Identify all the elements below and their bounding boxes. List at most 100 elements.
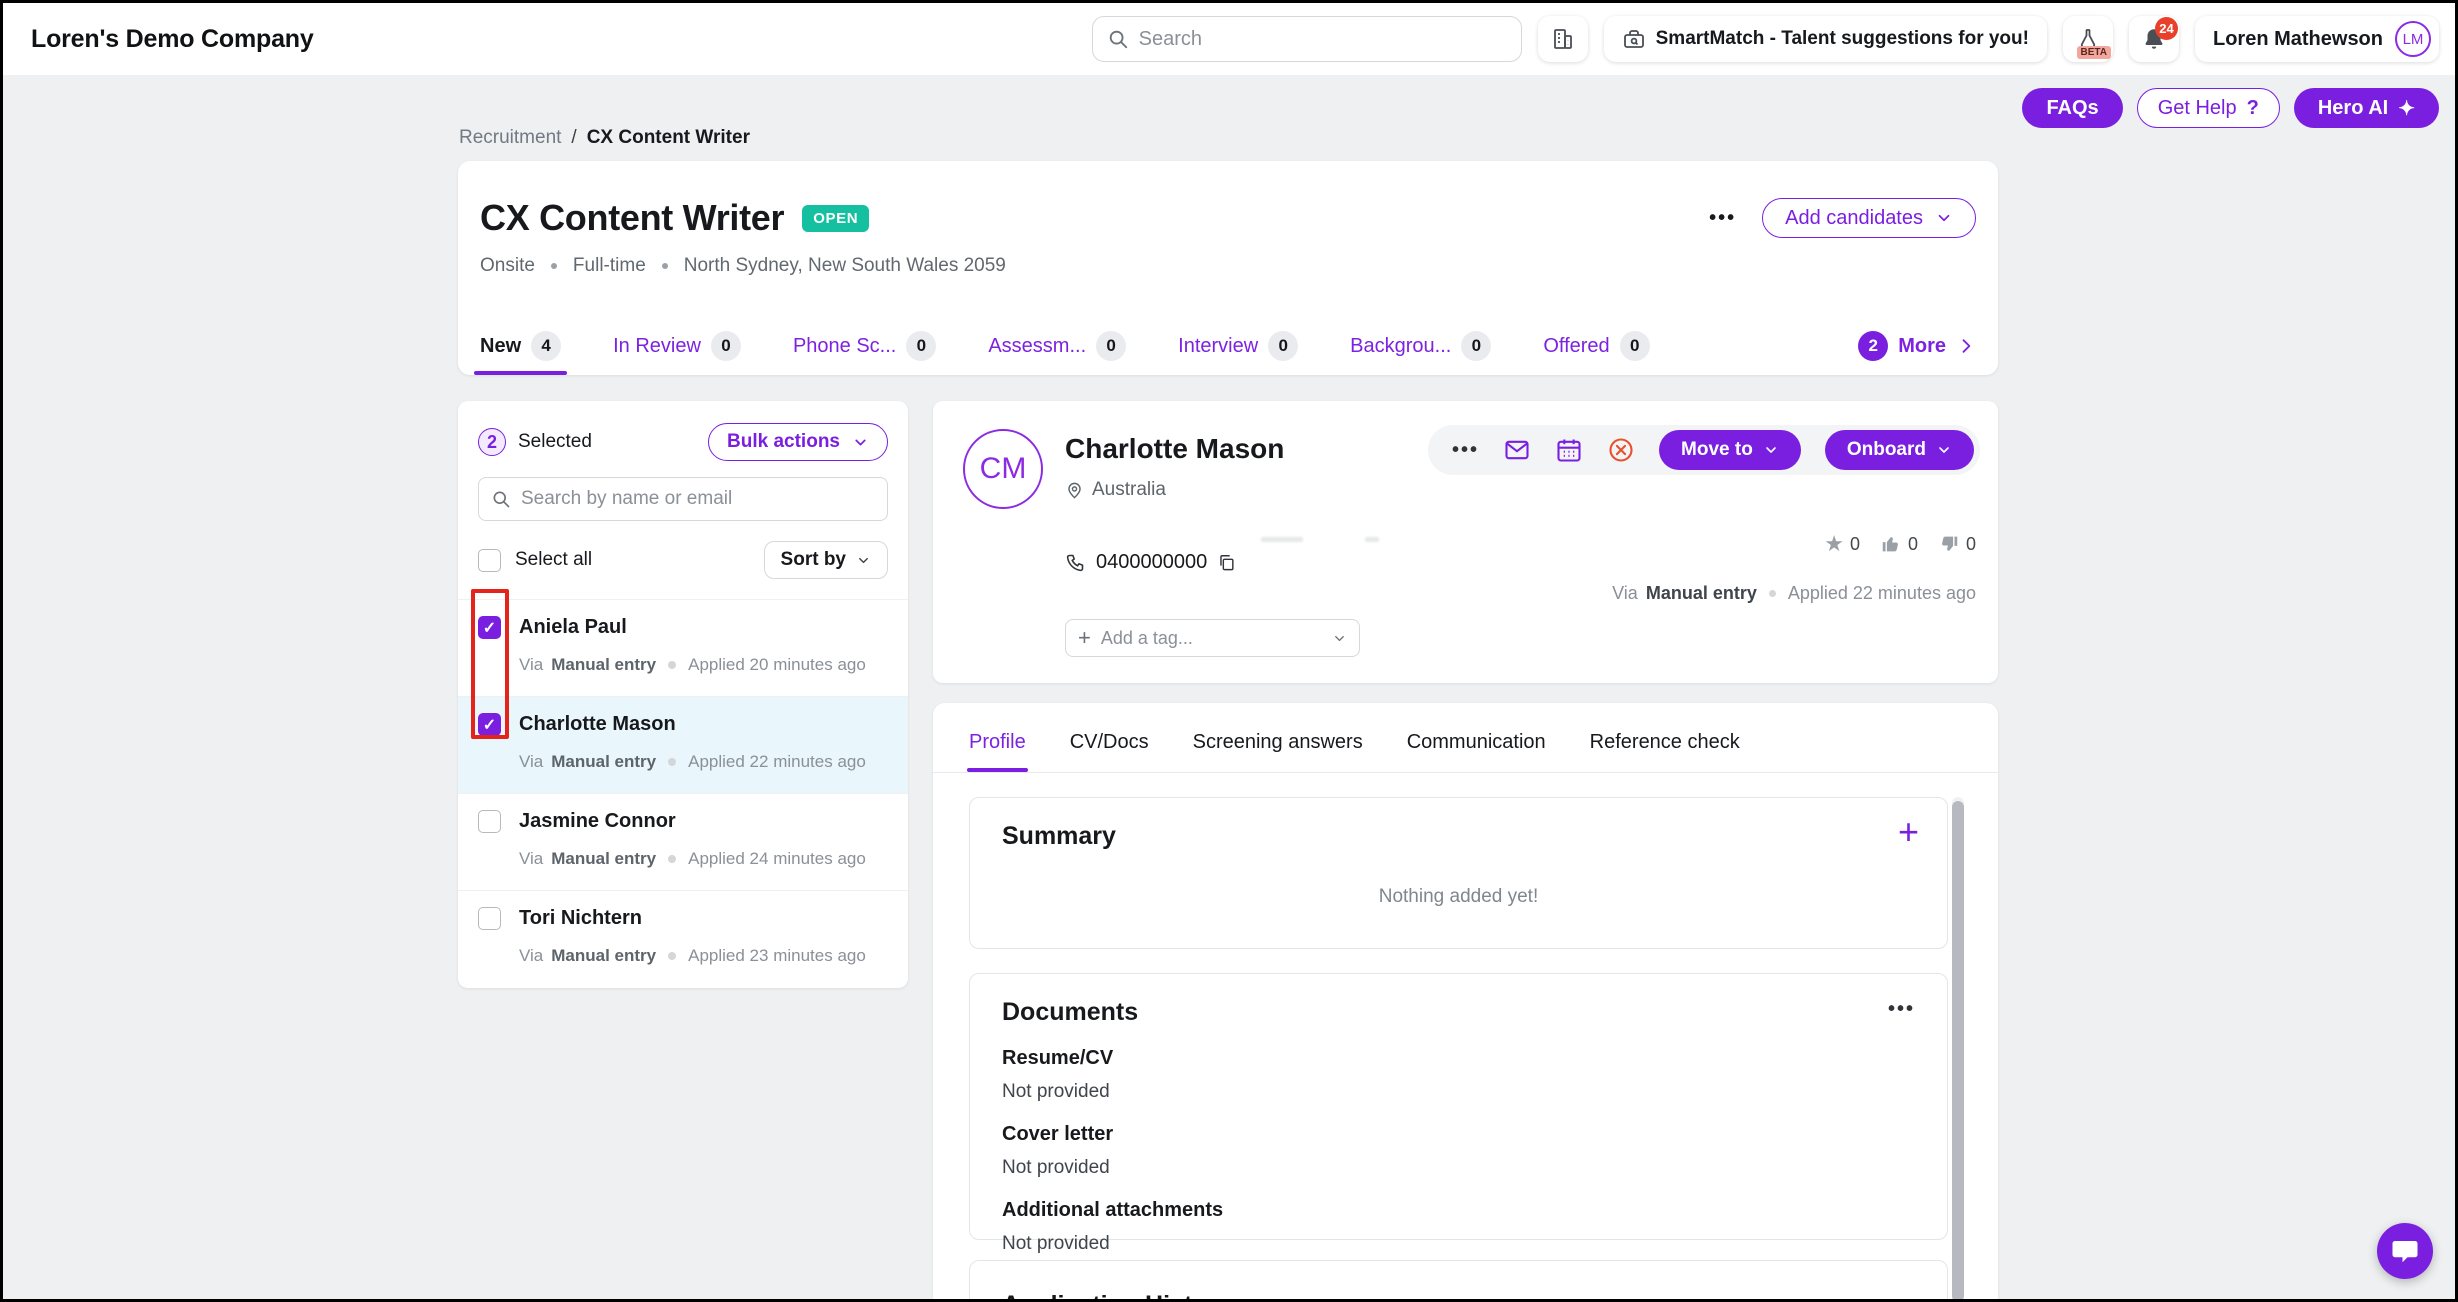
dot-separator xyxy=(668,758,677,766)
candidate-checkbox[interactable] xyxy=(478,713,501,736)
reject-icon[interactable] xyxy=(1607,436,1635,464)
hero-ai-button[interactable]: Hero AI ✦ xyxy=(2293,88,2439,128)
tab-communication[interactable]: Communication xyxy=(1407,731,1546,772)
profile-scrollbar[interactable] xyxy=(1952,797,1964,1299)
dot-separator xyxy=(1768,590,1776,597)
job-work-mode: Onsite xyxy=(480,255,535,276)
via-label: Via xyxy=(519,752,544,771)
stage-label: Backgrou... xyxy=(1350,334,1452,357)
candidate-name: Aniela Paul xyxy=(519,616,627,638)
global-search[interactable] xyxy=(1091,16,1522,62)
list-item-tori-nichtern[interactable]: Tori Nichtern Via Manual entry Applied 2… xyxy=(458,890,908,987)
stage-tab-phone-screen[interactable]: Phone Sc... 0 xyxy=(793,317,937,375)
copy-icon[interactable] xyxy=(1217,553,1236,572)
tab-profile[interactable]: Profile xyxy=(967,731,1028,772)
scrollbar-thumb[interactable] xyxy=(1952,801,1964,1299)
pipeline-stage-tabs: New 4 In Review 0 Phone Sc... 0 Assessm.… xyxy=(473,317,1976,375)
stage-tab-offered[interactable]: Offered 0 xyxy=(1543,317,1650,375)
list-item-jasmine-connor[interactable]: Jasmine Connor Via Manual entry Applied … xyxy=(458,793,908,890)
star-rating[interactable]: ★ 0 xyxy=(1824,533,1860,555)
chevron-down-icon xyxy=(1936,442,1952,458)
candidate-phone-row: 0400000000 xyxy=(1065,551,1236,574)
thumbs-up-rating[interactable]: 0 xyxy=(1880,533,1918,555)
org-switcher-button[interactable] xyxy=(1537,16,1588,62)
job-header-card: CX Content Writer OPEN ••• Add candidate… xyxy=(458,161,1998,375)
smartmatch-button[interactable]: SmartMatch - Talent suggestions for you! xyxy=(1603,16,2047,62)
via-label: Via xyxy=(519,946,544,965)
get-help-button[interactable]: Get Help ? xyxy=(2136,88,2280,128)
stage-tab-background[interactable]: Backgrou... 0 xyxy=(1350,317,1492,375)
chevron-down-icon xyxy=(856,553,871,568)
candidate-checkbox[interactable] xyxy=(478,616,501,639)
source-label: Manual entry xyxy=(1645,583,1757,603)
candidate-kebab-menu[interactable]: ••• xyxy=(1452,439,1479,462)
star-count: 0 xyxy=(1849,533,1860,554)
candidate-detail-name: Charlotte Mason xyxy=(1065,433,1285,464)
add-summary-button[interactable]: + xyxy=(1898,814,1919,850)
job-location: North Sydney, New South Wales 2059 xyxy=(683,255,1006,276)
toolbox-icon xyxy=(1622,27,1646,51)
more-stages-button[interactable]: 2 More xyxy=(1858,331,1976,361)
user-name: Loren Mathewson xyxy=(2212,27,2383,50)
stage-count: 0 xyxy=(1461,331,1492,361)
calendar-icon[interactable] xyxy=(1555,436,1583,464)
tab-reference-check[interactable]: Reference check xyxy=(1590,731,1740,772)
candidate-avatar: CM xyxy=(963,429,1043,509)
candidate-name: Tori Nichtern xyxy=(519,907,642,929)
candidate-search-input[interactable] xyxy=(521,488,875,510)
stage-tab-interview[interactable]: Interview 0 xyxy=(1178,317,1299,375)
chevron-right-icon xyxy=(1956,336,1976,356)
candidate-profile-card: Profile CV/Docs Screening answers Commun… xyxy=(933,703,1998,1299)
list-item-aniela-paul[interactable]: Aniela Paul Via Manual entry Applied 20 … xyxy=(458,599,908,696)
stage-label: In Review xyxy=(613,334,701,357)
applied-label: Applied 24 minutes ago xyxy=(688,849,866,868)
tab-cv-docs[interactable]: CV/Docs xyxy=(1070,731,1149,772)
stage-count: 0 xyxy=(1268,331,1299,361)
select-all-checkbox[interactable] xyxy=(478,548,501,572)
job-employment-type: Full-time xyxy=(572,255,646,276)
onboard-button[interactable]: Onboard xyxy=(1824,430,1974,470)
add-tag-dropdown[interactable]: + Add a tag... xyxy=(1065,619,1360,657)
get-help-label: Get Help xyxy=(2157,96,2237,119)
candidate-checkbox[interactable] xyxy=(478,810,501,833)
chat-launcher-button[interactable] xyxy=(2377,1223,2433,1279)
redacted-email xyxy=(1261,537,1303,542)
search-icon xyxy=(491,489,511,509)
building-icon xyxy=(1551,27,1575,51)
global-search-input[interactable] xyxy=(1138,27,1507,51)
candidate-location: Australia xyxy=(1092,479,1166,500)
breadcrumb-recruitment[interactable]: Recruitment xyxy=(459,127,561,148)
candidate-search[interactable] xyxy=(478,477,888,521)
stage-count: 0 xyxy=(710,331,741,361)
bulk-actions-button[interactable]: Bulk actions xyxy=(708,423,888,461)
list-item-charlotte-mason[interactable]: Charlotte Mason Via Manual entry Applied… xyxy=(458,696,908,793)
labs-button[interactable]: BETA xyxy=(2062,16,2113,62)
applied-label: Applied 22 minutes ago xyxy=(1787,583,1976,603)
stage-tab-in-review[interactable]: In Review 0 xyxy=(613,317,741,375)
source-label: Manual entry xyxy=(551,849,657,868)
chevron-down-icon xyxy=(1935,209,1953,227)
doc-label-resume: Resume/CV xyxy=(1002,1047,1114,1069)
stage-tab-new[interactable]: New 4 xyxy=(473,317,568,375)
thumbs-down-rating[interactable]: 0 xyxy=(1938,533,1976,555)
documents-kebab-menu[interactable]: ••• xyxy=(1888,998,1915,1021)
job-kebab-menu[interactable]: ••• xyxy=(1709,207,1736,230)
sort-by-button[interactable]: Sort by xyxy=(763,541,888,579)
email-icon[interactable] xyxy=(1503,436,1531,464)
bulk-actions-label: Bulk actions xyxy=(727,431,840,452)
documents-title: Documents xyxy=(1002,998,1139,1026)
breadcrumb: Recruitment / CX Content Writer xyxy=(459,127,750,149)
stage-tab-assessment[interactable]: Assessm... 0 xyxy=(988,317,1127,375)
move-to-button[interactable]: Move to xyxy=(1659,430,1801,470)
application-history-section: Application History xyxy=(969,1260,1948,1299)
candidate-checkbox[interactable] xyxy=(478,907,501,930)
doc-value-attachments: Not provided xyxy=(1002,1233,1110,1254)
tab-screening-answers[interactable]: Screening answers xyxy=(1193,731,1363,772)
applied-label: Applied 20 minutes ago xyxy=(688,655,866,674)
faqs-button[interactable]: FAQs xyxy=(2022,88,2123,128)
more-stages-label: More xyxy=(1898,334,1946,357)
notifications-button[interactable]: 24 xyxy=(2128,16,2179,62)
add-candidates-button[interactable]: Add candidates xyxy=(1762,198,1976,238)
add-candidates-label: Add candidates xyxy=(1785,206,1923,229)
user-menu-button[interactable]: Loren Mathewson LM xyxy=(2194,16,2439,62)
